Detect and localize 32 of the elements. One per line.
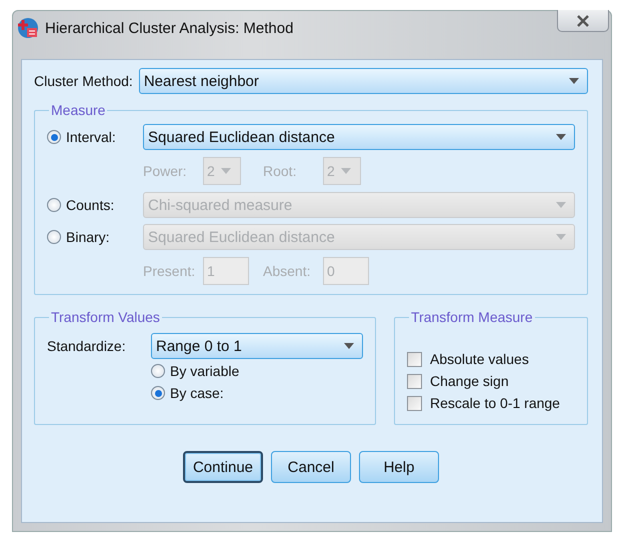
- caret-icon: [344, 343, 354, 349]
- close-icon: [576, 14, 590, 26]
- checkbox[interactable]: Rescale to 0-1 range: [407, 395, 560, 411]
- field-label: Present:: [143, 263, 196, 279]
- standardize-dropdown[interactable]: Range 0 to 1: [151, 333, 363, 359]
- checkbox[interactable]: Change sign: [407, 373, 509, 389]
- radio-button[interactable]: By case:: [151, 385, 224, 401]
- dialog-button[interactable]: Continue: [183, 451, 263, 483]
- radio-button[interactable]: By variable: [151, 363, 240, 379]
- caret-icon: [340, 168, 351, 174]
- group-title: Transform Values: [50, 309, 161, 325]
- field-label: Root:: [263, 163, 298, 179]
- caret-icon: [220, 168, 231, 174]
- field-label: Power:: [143, 163, 188, 179]
- window-title: Hierarchical Cluster Analysis: Method: [45, 20, 294, 37]
- field-label: Cluster Method:: [34, 73, 133, 89]
- field-label: Standardize:: [47, 338, 127, 354]
- dialog-button[interactable]: Cancel: [271, 451, 351, 483]
- close-button[interactable]: [557, 10, 609, 32]
- measure-dropdown[interactable]: Squared Euclidean distance: [143, 124, 575, 150]
- group-title: Measure: [50, 102, 106, 118]
- caret-icon: [556, 202, 566, 208]
- app-icon: [17, 17, 39, 39]
- caret-icon: [556, 234, 566, 240]
- checkbox[interactable]: Absolute values: [407, 351, 529, 367]
- group-title: Transform Measure: [410, 309, 534, 325]
- caret-icon: [569, 78, 579, 84]
- cluster-method-dropdown[interactable]: Nearest neighbor: [138, 68, 588, 94]
- dialog-button[interactable]: Help: [359, 451, 439, 483]
- caret-icon: [556, 134, 566, 140]
- field-label: Absent:: [263, 263, 312, 279]
- radio-button[interactable]: Interval:: [47, 129, 143, 145]
